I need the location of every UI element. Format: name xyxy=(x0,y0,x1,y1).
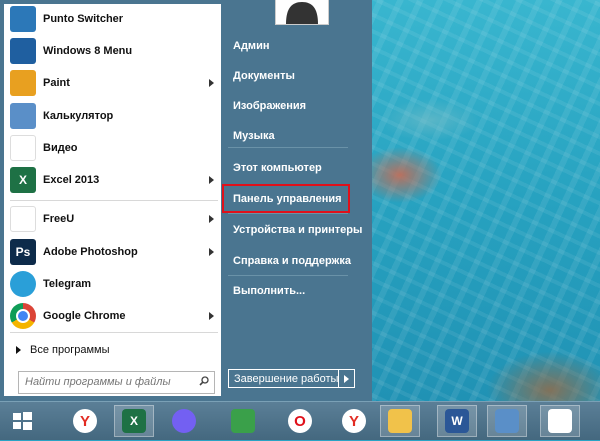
yandex-user-icon: Y xyxy=(342,409,366,433)
video-icon xyxy=(10,135,36,161)
freeu-icon xyxy=(10,206,36,232)
programs-separator xyxy=(10,200,218,201)
windows8-menu-icon xyxy=(10,38,36,64)
photoshop-icon: Ps xyxy=(10,239,36,265)
program-label: Punto Switcher xyxy=(43,13,124,25)
program-label: FreeU xyxy=(43,213,75,225)
chrome-icon xyxy=(10,303,36,329)
shutdown-label: Завершение работы xyxy=(234,372,339,385)
taskbar-button[interactable]: O xyxy=(280,405,320,437)
program-label: Paint xyxy=(43,77,70,89)
taskbar: YXOYW xyxy=(0,401,600,440)
taskbar-button[interactable] xyxy=(540,405,580,437)
taskbar-button[interactable] xyxy=(487,405,527,437)
right-item-devices-printers[interactable]: Устройства и принтеры xyxy=(227,219,362,241)
excel-taskbar-icon: X xyxy=(122,409,146,433)
program-item[interactable]: Калькулятор xyxy=(10,101,218,131)
program-item[interactable]: FreeU xyxy=(10,204,218,234)
submenu-arrow-icon xyxy=(209,248,214,256)
taskbar-button[interactable] xyxy=(164,405,204,437)
start-menu-programs-pane: Punto Switcher Windows 8 Menu Paint Калькул… xyxy=(4,4,221,396)
paint-icon xyxy=(10,70,36,96)
programs-separator xyxy=(10,332,218,333)
file-explorer-icon xyxy=(388,409,412,433)
windows-logo-icon xyxy=(13,412,32,430)
submenu-arrow-icon xyxy=(209,176,214,184)
program-item[interactable]: Punto Switcher xyxy=(10,4,218,34)
excel-icon: X xyxy=(10,167,36,193)
program-label: Telegram xyxy=(43,278,92,290)
right-item-help-support[interactable]: Справка и поддержка xyxy=(227,250,357,272)
submenu-arrow-icon xyxy=(209,215,214,223)
right-item-pictures[interactable]: Изображения xyxy=(227,95,357,117)
all-programs-label: Все программы xyxy=(30,344,110,356)
start-button[interactable] xyxy=(4,406,40,436)
right-item-music[interactable]: Музыка xyxy=(227,125,357,147)
search-icon xyxy=(199,376,209,386)
program-label: Excel 2013 xyxy=(43,174,100,186)
calculator-taskbar-icon xyxy=(495,409,519,433)
right-item-admin[interactable]: Админ xyxy=(227,35,357,57)
program-label: Видео xyxy=(43,142,78,154)
program-label: Google Chrome xyxy=(43,310,126,322)
program-label: Windows 8 Menu xyxy=(43,45,133,57)
search-box[interactable] xyxy=(18,371,215,394)
user-silhouette-icon xyxy=(279,2,325,24)
triangle-right-icon xyxy=(344,374,350,383)
program-item[interactable]: X Excel 2013 xyxy=(10,165,218,195)
all-programs-button[interactable]: Все программы xyxy=(16,344,109,356)
search-input[interactable] xyxy=(25,372,190,392)
start-menu: Punto Switcher Windows 8 Menu Paint Калькул… xyxy=(0,0,372,401)
triangle-right-icon xyxy=(16,346,21,354)
right-pane-separator xyxy=(228,147,348,148)
shutdown-button[interactable]: Завершение работы xyxy=(228,369,355,388)
taskbar-button[interactable]: Y xyxy=(65,405,105,437)
submenu-arrow-icon xyxy=(209,312,214,320)
program-label: Калькулятор xyxy=(43,110,114,122)
program-item[interactable]: Видео xyxy=(10,133,218,163)
taskbar-button[interactable] xyxy=(223,405,263,437)
yandex-browser-icon: Y xyxy=(73,409,97,433)
right-item-documents[interactable]: Документы xyxy=(227,65,357,87)
user-avatar[interactable] xyxy=(275,0,329,25)
right-item-run[interactable]: Выполнить... xyxy=(227,280,357,302)
program-label: Adobe Photoshop xyxy=(43,246,138,258)
punto-switcher-icon xyxy=(10,6,36,32)
submenu-arrow-icon xyxy=(209,79,214,87)
word-icon: W xyxy=(445,409,469,433)
right-pane-separator xyxy=(228,213,348,214)
telegram-icon xyxy=(10,271,36,297)
right-item-this-pc[interactable]: Этот компьютер xyxy=(227,157,357,179)
taskbar-button[interactable]: X xyxy=(114,405,154,437)
viber-icon xyxy=(172,409,196,433)
taskbar-button[interactable] xyxy=(380,405,420,437)
program-item[interactable]: Google Chrome xyxy=(10,301,218,331)
calculator-icon xyxy=(10,103,36,129)
control-panel-highlight xyxy=(222,184,350,213)
program-item[interactable]: Telegram xyxy=(10,269,218,299)
opera-icon: O xyxy=(288,409,312,433)
right-pane-separator xyxy=(228,275,348,276)
taskbar-button[interactable]: Y xyxy=(334,405,374,437)
excel-alt-icon xyxy=(231,409,255,433)
shutdown-options-button[interactable] xyxy=(338,370,354,387)
taskbar-button[interactable]: W xyxy=(437,405,477,437)
program-item[interactable]: Paint xyxy=(10,68,218,98)
freeu-taskbar-icon xyxy=(548,409,572,433)
program-item[interactable]: Windows 8 Menu xyxy=(10,36,218,66)
program-item[interactable]: Ps Adobe Photoshop xyxy=(10,237,218,267)
